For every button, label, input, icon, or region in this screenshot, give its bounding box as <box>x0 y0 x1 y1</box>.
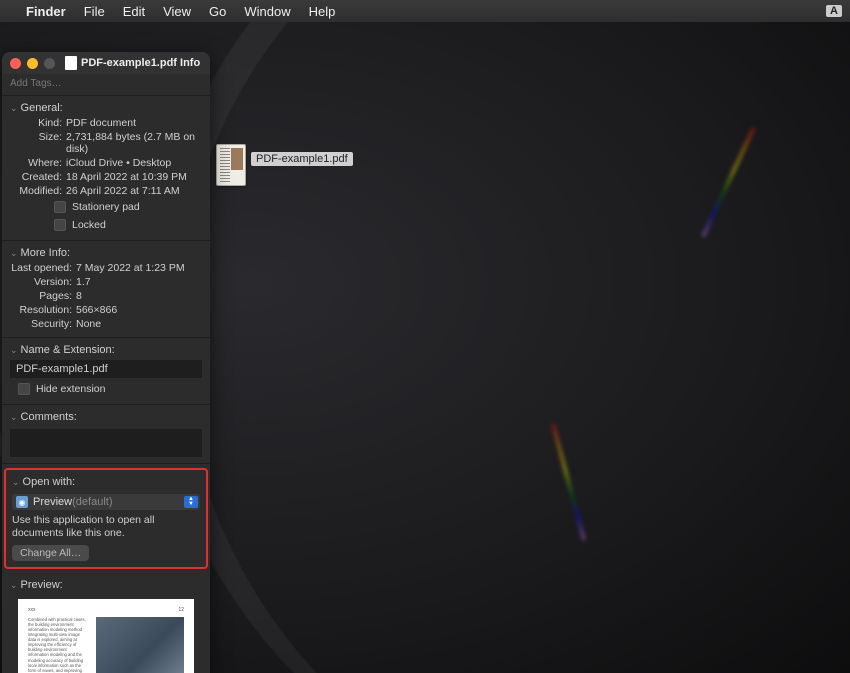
get-info-window: PDF-example1.pdf Info Add Tags… ⌄ Genera… <box>2 52 210 673</box>
chevron-down-icon: ⌄ <box>10 412 18 423</box>
section-open-with: ⌄ Open with: ◉ Preview (default) ▲▼ Use … <box>4 468 208 569</box>
popup-arrows-icon: ▲▼ <box>184 496 198 508</box>
file-thumbnail-icon <box>216 144 246 186</box>
menu-go[interactable]: Go <box>209 4 226 19</box>
hide-extension-row[interactable]: Hide extension <box>10 380 202 398</box>
section-general: ⌄ General: Kind:PDF document Size:2,731,… <box>2 96 210 241</box>
menu-window[interactable]: Window <box>244 4 290 19</box>
window-titlebar[interactable]: PDF-example1.pdf Info <box>2 52 210 74</box>
checkbox[interactable] <box>54 219 66 231</box>
menu-edit[interactable]: Edit <box>123 4 145 19</box>
size-value: 2,731,884 bytes (2.7 MB on disk) <box>66 131 202 155</box>
chevron-down-icon: ⌄ <box>10 248 18 259</box>
created-value: 18 April 2022 at 10:39 PM <box>66 171 202 183</box>
section-title: General: <box>21 102 63 114</box>
stationery-checkbox-row[interactable]: Stationery pad <box>10 198 202 216</box>
wallpaper-curve <box>150 22 850 673</box>
section-header-preview[interactable]: ⌄ Preview: <box>10 577 202 593</box>
section-comments: ⌄ Comments: <box>2 405 210 464</box>
section-title: Name & Extension: <box>21 344 115 356</box>
close-button[interactable] <box>10 58 21 69</box>
where-label: Where: <box>10 157 66 169</box>
section-header-comments[interactable]: ⌄ Comments: <box>10 409 202 425</box>
status-item[interactable]: A <box>826 5 842 17</box>
where-value: iCloud Drive • Desktop <box>66 157 202 169</box>
modified-value: 26 April 2022 at 7:11 AM <box>66 185 202 197</box>
section-title: Preview: <box>21 579 63 591</box>
open-with-app: Preview <box>33 496 72 508</box>
locked-checkbox-row[interactable]: Locked <box>10 216 202 234</box>
version-label: Version: <box>10 276 76 288</box>
section-header-nameext[interactable]: ⌄ Name & Extension: <box>10 342 202 358</box>
preview-text-column: Combined with practical cases, the build… <box>28 617 86 673</box>
resolution-value: 566×866 <box>76 304 202 316</box>
locked-label: Locked <box>72 219 106 231</box>
document-icon <box>65 56 77 70</box>
pages-value: 8 <box>76 290 202 302</box>
zoom-button[interactable] <box>44 58 55 69</box>
menu-view[interactable]: View <box>163 4 191 19</box>
section-more-info: ⌄ More Info: Last opened:7 May 2022 at 1… <box>2 241 210 338</box>
hide-extension-label: Hide extension <box>36 383 105 395</box>
comments-textarea[interactable] <box>10 429 202 457</box>
desktop-file[interactable]: PDF-example1.pdf <box>213 144 248 204</box>
section-header-moreinfo[interactable]: ⌄ More Info: <box>10 245 202 261</box>
page-number: 12 <box>178 607 184 613</box>
section-title: More Info: <box>21 247 71 259</box>
file-label: PDF-example1.pdf <box>251 152 353 166</box>
open-with-description: Use this application to open all documen… <box>12 514 200 540</box>
section-preview: ⌄ Preview: xxx 12 Combined with practica… <box>2 573 210 673</box>
chevron-down-icon: ⌄ <box>10 103 18 114</box>
tags-field[interactable]: Add Tags… <box>2 74 210 96</box>
menu-bar: Finder File Edit View Go Window Help A <box>0 0 850 22</box>
lastopened-label: Last opened: <box>10 262 76 274</box>
open-with-default: (default) <box>72 496 112 508</box>
pages-label: Pages: <box>10 290 76 302</box>
resolution-label: Resolution: <box>10 304 76 316</box>
menu-help[interactable]: Help <box>309 4 336 19</box>
desktop[interactable]: PDF-example1.pdf PDF-example1.pdf Info A… <box>0 22 850 673</box>
created-label: Created: <box>10 171 66 183</box>
filename-input[interactable] <box>10 360 202 378</box>
checkbox[interactable] <box>18 383 30 395</box>
kind-label: Kind: <box>10 117 66 129</box>
preview-image <box>96 617 184 673</box>
menu-file[interactable]: File <box>84 4 105 19</box>
modified-label: Modified: <box>10 185 66 197</box>
security-label: Security: <box>10 318 76 330</box>
section-header-general[interactable]: ⌄ General: <box>10 100 202 116</box>
lastopened-value: 7 May 2022 at 1:23 PM <box>76 262 202 274</box>
version-value: 1.7 <box>76 276 202 288</box>
kind-value: PDF document <box>66 117 202 129</box>
size-label: Size: <box>10 131 66 155</box>
stationery-label: Stationery pad <box>72 201 140 213</box>
page-header-text: xxx <box>28 607 36 613</box>
chevron-down-icon: ⌄ <box>10 580 18 591</box>
info-panel-body: Add Tags… ⌄ General: Kind:PDF document S… <box>2 74 210 673</box>
section-header-openwith[interactable]: ⌄ Open with: <box>12 474 200 490</box>
checkbox[interactable] <box>54 201 66 213</box>
chevron-down-icon: ⌄ <box>10 345 18 356</box>
app-name[interactable]: Finder <box>26 4 66 19</box>
preview-thumbnail[interactable]: xxx 12 Combined with practical cases, th… <box>18 599 194 673</box>
preview-app-icon: ◉ <box>16 496 28 508</box>
change-all-button[interactable]: Change All… <box>12 545 89 561</box>
chevron-down-icon: ⌄ <box>12 477 20 488</box>
minimize-button[interactable] <box>27 58 38 69</box>
section-name-extension: ⌄ Name & Extension: Hide extension <box>2 338 210 405</box>
preview-page-content: xxx 12 Combined with practical cases, th… <box>24 605 188 673</box>
security-value: None <box>76 318 202 330</box>
section-title: Open with: <box>23 476 76 488</box>
section-title: Comments: <box>21 411 77 423</box>
window-title: PDF-example1.pdf Info <box>65 56 200 70</box>
open-with-dropdown[interactable]: ◉ Preview (default) ▲▼ <box>12 494 200 510</box>
window-title-text: PDF-example1.pdf Info <box>81 57 200 69</box>
